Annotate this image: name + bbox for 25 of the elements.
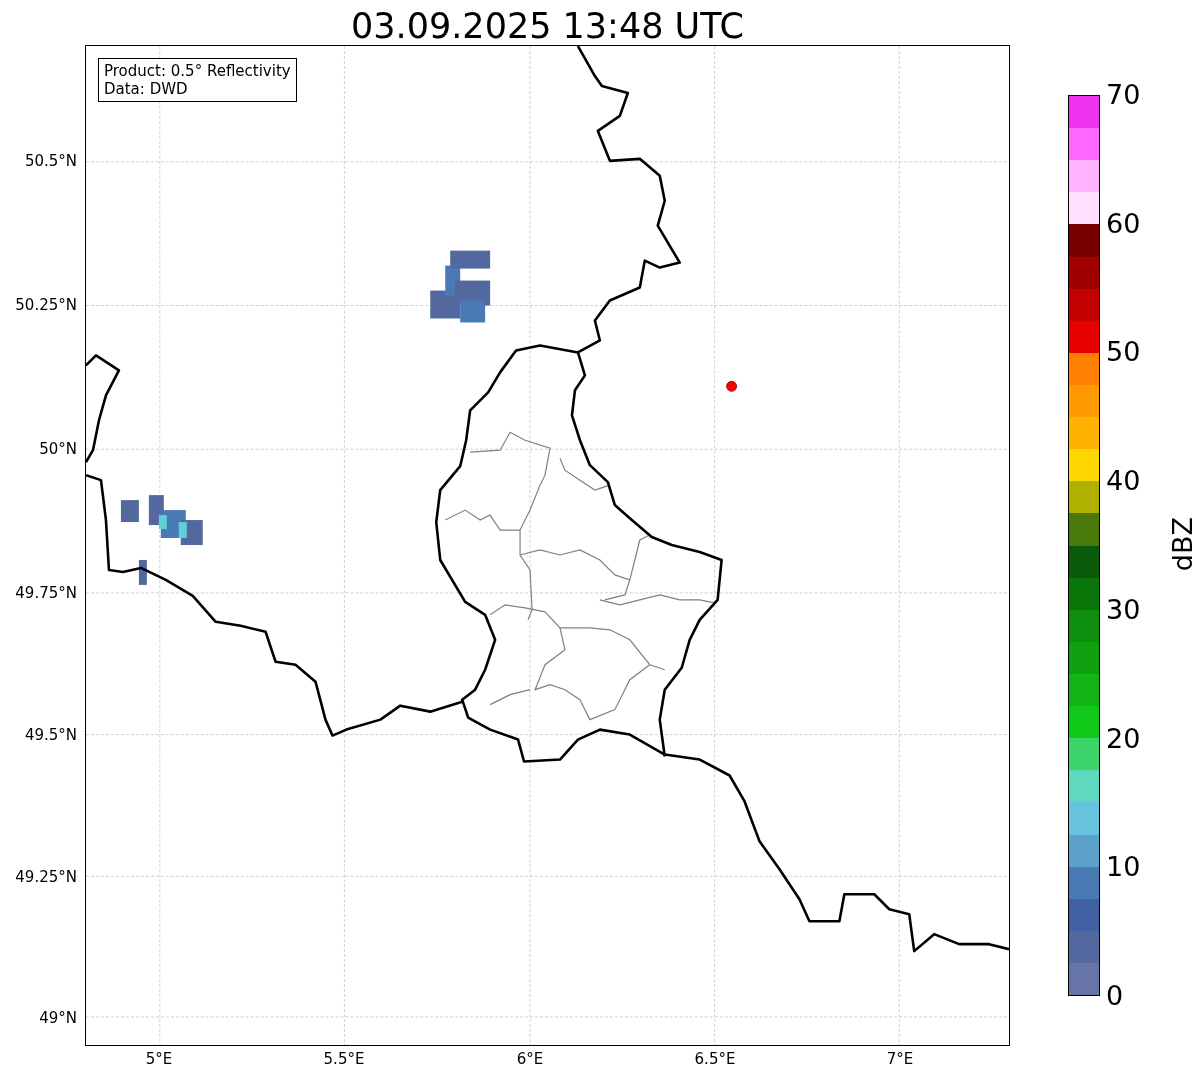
- longitude-label: 6°E: [516, 1050, 544, 1068]
- longitude-label: 5°E: [145, 1050, 173, 1068]
- latitude-label: 50.5°N: [24, 152, 77, 170]
- colorbar-tick-label: 20: [1106, 723, 1141, 754]
- info-text: Data: DWD: [104, 80, 189, 98]
- longitude-label: 5.5°E: [323, 1050, 365, 1068]
- latitude-label: 49.5°N: [24, 726, 77, 744]
- longitude-label: 7°E: [886, 1050, 914, 1068]
- location-marker: [726, 380, 737, 392]
- colorbar-tick-label: 0: [1106, 981, 1124, 1011]
- colorbar-tick-label: 50: [1106, 337, 1141, 368]
- latitude-label: 50°N: [39, 440, 77, 458]
- latitude-label: 49.25°N: [15, 868, 77, 886]
- colorbar-tick-label: 70: [1106, 80, 1141, 110]
- colorbar-tick-label: 60: [1106, 208, 1141, 239]
- colorbar-tick-label: 30: [1106, 594, 1141, 625]
- latitude-label: 49°N: [39, 1009, 77, 1027]
- latitude-label: 50.25°N: [15, 296, 77, 314]
- colorbar-tick-label: 10: [1106, 852, 1141, 883]
- info-text: Product: 0.5° Reflectivity: [104, 62, 291, 80]
- colorbar-label: dBZ: [1168, 517, 1198, 572]
- latitude-label: 49.75°N: [15, 584, 77, 602]
- longitude-label: 6.5°E: [694, 1050, 736, 1068]
- chart-title: 03.09.2025 13:48 UTC: [351, 5, 744, 45]
- colorbar-tick-label: 40: [1106, 466, 1141, 497]
